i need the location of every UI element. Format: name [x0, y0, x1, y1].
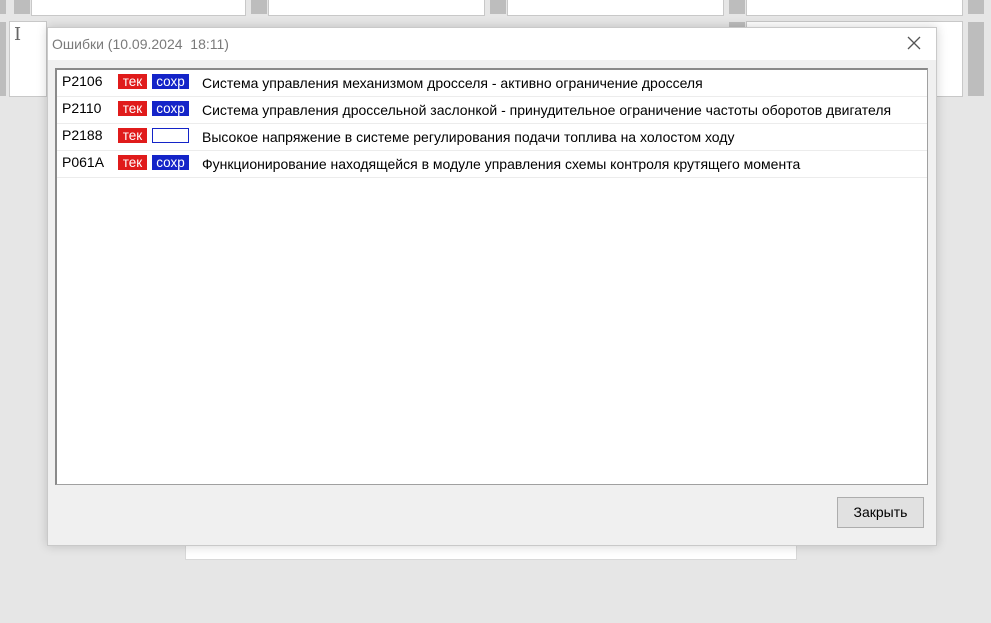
bg-divider [251, 0, 267, 14]
error-description: Высокое напряжение в системе регулирован… [202, 129, 735, 145]
errors-dialog: Ошибки (10.09.2024 18:11) P2106 тек сохр… [47, 27, 937, 546]
dialog-title: Ошибки (10.09.2024 18:11) [52, 36, 229, 52]
bg-divider [968, 22, 984, 96]
list-item[interactable]: P2106 тек сохр Система управления механи… [57, 70, 927, 97]
bg-divider [729, 0, 745, 14]
current-badge: тек [118, 155, 147, 170]
error-description: Функционирование находящейся в модуле уп… [202, 156, 801, 172]
bg-divider [0, 22, 6, 96]
bg-divider [490, 0, 506, 14]
close-button[interactable]: Закрыть [837, 497, 924, 528]
bg-field [507, 0, 724, 16]
error-description: Система управления механизмом дросселя -… [202, 75, 703, 91]
close-icon[interactable] [904, 33, 924, 53]
error-description: Система управления дроссельной заслонкой… [202, 102, 892, 118]
current-badge: тек [118, 101, 147, 116]
bg-field [31, 0, 246, 16]
current-badge: тек [118, 128, 147, 143]
error-code: P2106 [62, 73, 103, 89]
error-code: P061A [62, 154, 105, 170]
error-code: P2110 [62, 100, 102, 116]
saved-badge: сохр [152, 74, 189, 89]
saved-badge: сохр [152, 155, 189, 170]
title-bar[interactable]: Ошибки (10.09.2024 18:11) [48, 28, 936, 60]
bg-divider [0, 0, 6, 14]
current-badge: тек [118, 74, 147, 89]
errors-list[interactable]: P2106 тек сохр Система управления механи… [55, 68, 928, 485]
bg-field [268, 0, 485, 16]
error-code: P2188 [62, 127, 103, 143]
saved-badge: сохр [152, 101, 189, 116]
bg-divider [968, 0, 984, 14]
text-cursor-icon: I [14, 24, 22, 45]
bg-field [746, 0, 963, 16]
saved-badge-empty [152, 128, 189, 143]
list-item[interactable]: P061A тек сохр Функционирование находяще… [57, 151, 927, 178]
list-item[interactable]: P2188 тек Высокое напряжение в системе р… [57, 124, 927, 151]
list-item[interactable]: P2110 тек сохр Система управления дроссе… [57, 97, 927, 124]
bg-divider [14, 0, 30, 14]
